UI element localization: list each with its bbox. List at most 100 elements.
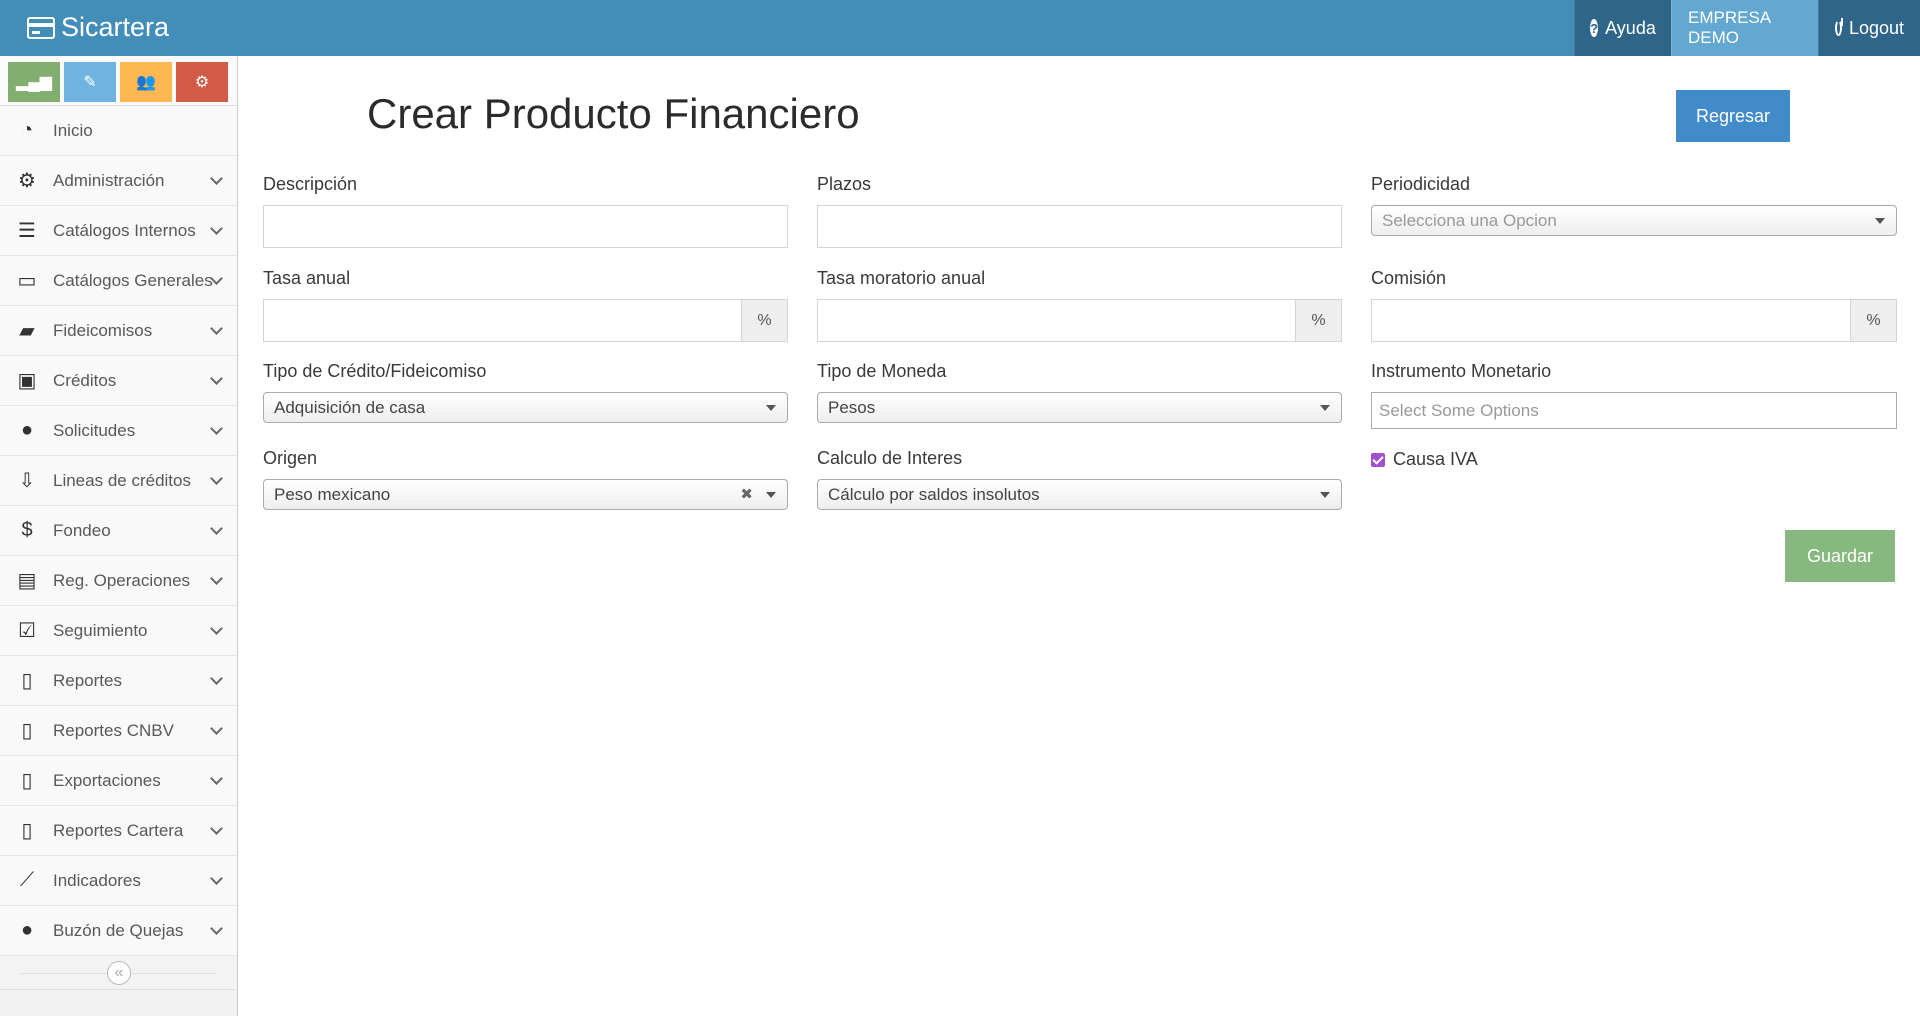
shortcut-users-button[interactable]: 👥 <box>120 62 172 102</box>
chevron-down-icon <box>210 722 223 735</box>
sidebar-item-label: Reportes CNBV <box>53 720 174 740</box>
back-button[interactable]: Regresar <box>1676 90 1790 142</box>
question-circle-icon: ? <box>1590 19 1599 37</box>
sidebar-item-label: Exportaciones <box>53 770 161 790</box>
chevron-down-icon <box>210 622 223 635</box>
shortcut-cogs-button[interactable]: ⚙ <box>176 62 228 102</box>
shortcut-pencil-button[interactable]: ✎ <box>64 62 116 102</box>
folder-open-icon: ▰ <box>19 320 35 342</box>
origen-select[interactable]: Peso mexicano ✖ <box>263 479 788 510</box>
credit-card-icon <box>27 16 55 39</box>
sidebar-item-label: Catálogos Internos <box>53 220 196 240</box>
tipo-credito-select[interactable]: Adquisición de casa <box>263 392 788 423</box>
chevron-down-icon <box>210 172 223 185</box>
percent-addon: % <box>1851 299 1897 342</box>
chevron-down-icon <box>210 472 223 485</box>
periodicidad-select[interactable]: Selecciona una Opcion <box>1371 205 1897 236</box>
sidebar-item-fondeo[interactable]: $ Fondeo <box>0 506 237 556</box>
clear-icon[interactable]: ✖ <box>740 485 753 503</box>
sidebar-item-catalogos-internos[interactable]: ☰ Catálogos Internos <box>0 206 237 256</box>
sidebar-item-label: Lineas de créditos <box>53 470 191 490</box>
percent-addon: % <box>742 299 788 342</box>
calculo-interes-value: Cálculo por saldos insolutos <box>828 484 1040 504</box>
file-excel-icon: ▯ <box>21 670 33 692</box>
tasa-anual-label: Tasa anual <box>263 268 351 288</box>
help-button[interactable]: ? Ayuda <box>1574 0 1671 56</box>
chevron-down-icon <box>210 922 223 935</box>
chevron-down-icon <box>210 422 223 435</box>
file-text-icon: ▤ <box>17 570 37 592</box>
tasa-anual-input[interactable] <box>263 299 742 342</box>
sidebar-item-reportes[interactable]: ▯ Reportes <box>0 656 237 706</box>
checkbox-checked-icon[interactable] <box>1371 452 1385 467</box>
company-button[interactable]: EMPRESA DEMO <box>1671 0 1818 56</box>
dashboard-icon: ◔ <box>20 119 34 141</box>
sidebar-item-lineas-de-creditos[interactable]: ⇩ Lineas de créditos <box>0 456 237 506</box>
instrumento-label: Instrumento Monetario <box>1371 361 1552 381</box>
comision-input[interactable] <box>1371 299 1851 342</box>
periodicidad-label: Periodicidad <box>1371 174 1471 194</box>
sidebar-collapse-button[interactable]: « <box>107 961 131 985</box>
tipo-credito-label: Tipo de Crédito/Fideicomiso <box>263 361 487 381</box>
tipo-credito-value: Adquisición de casa <box>274 397 426 417</box>
sidebar-item-label: Solicitudes <box>53 420 136 440</box>
sidebar-item-administracion[interactable]: ⚙ Administración <box>0 156 237 206</box>
sidebar-item-label: Seguimiento <box>53 620 148 640</box>
cogs-icon: ⚙ <box>18 170 36 192</box>
sidebar-item-catalogos-generales[interactable]: ▭ Catálogos Generales <box>0 256 237 306</box>
help-label: Ayuda <box>1605 17 1656 38</box>
comision-label: Comisión <box>1371 268 1447 288</box>
double-chevron-left-icon: « <box>114 964 124 981</box>
sidebar-item-label: Inicio <box>53 120 93 140</box>
dollar-icon: $ <box>21 519 33 541</box>
sidebar-item-label: Reportes <box>53 670 122 690</box>
tasa-moratorio-group: % <box>817 299 1342 342</box>
sidebar-item-solicitudes[interactable]: ● Solicitudes <box>0 406 237 456</box>
periodicidad-placeholder: Selecciona una Opcion <box>1382 210 1557 230</box>
file-excel-icon: ▯ <box>21 820 33 842</box>
power-icon <box>1835 18 1843 36</box>
save-button[interactable]: Guardar <box>1785 530 1895 582</box>
pencil-icon: ✎ <box>83 74 97 91</box>
sidebar-item-label: Catálogos Generales <box>53 270 213 290</box>
tipo-moneda-label: Tipo de Moneda <box>817 361 947 381</box>
sidebar-item-label: Indicadores <box>53 870 141 890</box>
caret-down-icon <box>766 492 776 498</box>
sidebar-item-reportes-cartera[interactable]: ▯ Reportes Cartera <box>0 806 237 856</box>
tasa-moratorio-input[interactable] <box>817 299 1296 342</box>
sidebar-shortcuts: ▂▄▆ ✎ 👥 ⚙ <box>0 56 237 106</box>
sidebar-item-creditos[interactable]: ▣ Créditos <box>0 356 237 406</box>
shortcut-signal-button[interactable]: ▂▄▆ <box>8 62 60 102</box>
chevron-down-icon <box>210 522 223 535</box>
percent-addon: % <box>1296 299 1342 342</box>
instrumento-multiselect[interactable]: Select Some Options <box>1371 392 1897 429</box>
sidebar-item-exportaciones[interactable]: ▯ Exportaciones <box>0 756 237 806</box>
sidebar-item-buzon-de-quejas[interactable]: ● Buzón de Quejas <box>0 906 237 956</box>
sidebar-item-seguimiento[interactable]: ☑ Seguimiento <box>0 606 237 656</box>
check-square-icon: ☑ <box>18 620 36 642</box>
sidebar-item-label: Reg. Operaciones <box>53 570 191 590</box>
calculo-interes-select[interactable]: Cálculo por saldos insolutos <box>817 479 1342 510</box>
chevron-down-icon <box>210 822 223 835</box>
chevron-down-icon <box>210 872 223 885</box>
caret-down-icon <box>1875 218 1885 224</box>
logout-button[interactable]: Logout <box>1818 0 1920 56</box>
sidebar-item-reg-operaciones[interactable]: ▤ Reg. Operaciones <box>0 556 237 606</box>
sidebar-item-inicio[interactable]: ◔ Inicio <box>0 106 237 156</box>
descripcion-input[interactable] <box>263 205 788 248</box>
causa-iva-checkbox[interactable]: Causa IVA <box>1371 449 1478 470</box>
sidebar-item-indicadores[interactable]: ⟋ Indicadores <box>0 856 237 906</box>
chevron-down-icon <box>210 372 223 385</box>
navbar-actions: ? Ayuda EMPRESA DEMO Logout <box>1574 0 1920 56</box>
logout-label: Logout <box>1848 17 1904 38</box>
instrumento-placeholder: Select Some Options <box>1379 400 1539 420</box>
tasa-anual-group: % <box>263 299 788 342</box>
file-excel-icon: ▯ <box>21 770 33 792</box>
plazos-input[interactable] <box>817 205 1342 248</box>
tipo-moneda-select[interactable]: Pesos <box>817 392 1342 423</box>
file-icon: ▯ <box>21 720 33 742</box>
tipo-moneda-value: Pesos <box>828 397 876 417</box>
brand[interactable]: Sicartera <box>27 12 169 43</box>
sidebar-item-reportes-cnbv[interactable]: ▯ Reportes CNBV <box>0 706 237 756</box>
sidebar-item-fideicomisos[interactable]: ▰ Fideicomisos <box>0 306 237 356</box>
